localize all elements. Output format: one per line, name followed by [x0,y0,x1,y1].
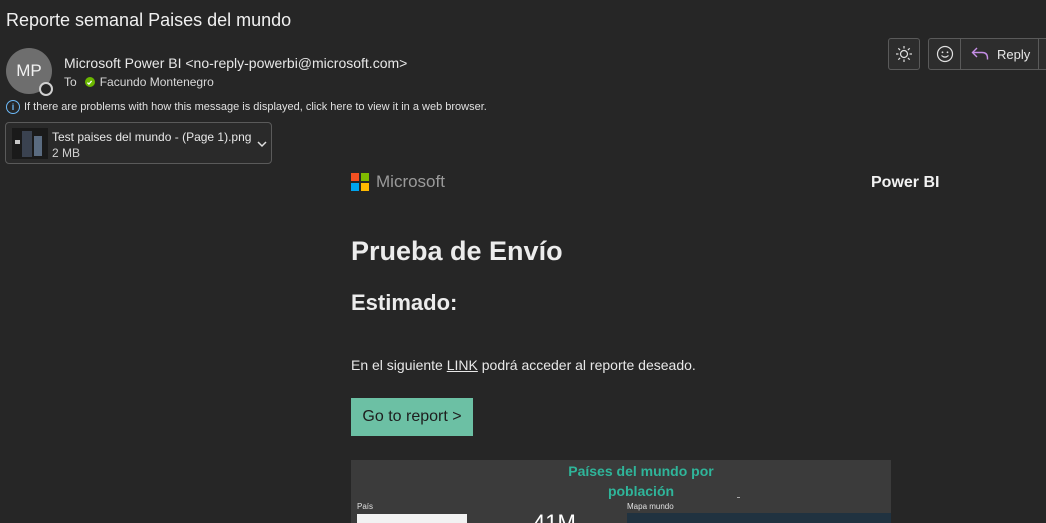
sender-address[interactable]: Microsoft Power BI <no-reply-powerbi@mic… [64,55,407,71]
body-text-after: podrá acceder al reporte deseado. [477,357,696,373]
report-title-line-2: población [607,483,675,499]
attachment-name: Test paises del mundo - (Page 1).png [52,130,252,144]
report-preview-image[interactable]: Países del mundo por población País 41M … [351,460,891,523]
attachment-thumbnail [12,128,48,159]
to-label: To [64,75,77,89]
check-icon [84,77,95,87]
chevron-down-icon[interactable] [255,137,269,151]
report-title-line-1: Países del mundo por [568,463,714,479]
report-kpi-value: 41M [533,510,576,523]
go-to-report-button[interactable]: Go to report > [351,398,473,436]
attachment-size: 2 MB [52,146,81,160]
recipient-line: To Facundo Montenegro [64,75,214,89]
sun-icon [896,46,912,62]
microsoft-logo-icon [351,173,369,191]
report-link[interactable]: LINK [447,357,478,373]
body-paragraph: En el siguiente LINK podrá acceder al re… [351,357,696,373]
message-actions-group: Reply [928,38,1046,70]
recipient-chip[interactable]: Facundo Montenegro [84,75,214,89]
info-icon: i [6,100,20,114]
attachment-card[interactable]: Test paises del mundo - (Page 1).png 2 M… [5,122,272,164]
presence-status-icon [39,82,53,96]
emoji-icon [936,45,953,63]
reply-label: Reply [997,46,1031,62]
product-name: Power BI [871,174,940,191]
email-heading: Prueba de Envío [351,236,563,266]
recipient-name: Facundo Montenegro [99,75,214,89]
report-map-label: Mapa mundo [627,502,674,511]
report-title: Países del mundo por población [351,461,891,501]
email-subject: Reporte semanal Paises del mundo [6,10,292,30]
microsoft-logo: Microsoft [351,172,445,192]
body-text-before: En el siguiente [351,357,447,373]
view-in-browser-bar[interactable]: i If there are problems with how this me… [6,100,487,114]
theme-toggle-button[interactable] [888,38,920,70]
report-map [627,513,891,523]
react-button[interactable] [929,39,961,69]
reply-button[interactable]: Reply [961,39,1039,69]
report-marker [737,497,740,498]
info-message[interactable]: If there are problems with how this mess… [24,101,487,113]
reply-icon [971,47,989,60]
microsoft-logo-text: Microsoft [376,172,445,191]
greeting: Estimado: [351,290,458,315]
report-filter-dropdown [357,514,467,523]
report-filter-label: País [357,502,374,511]
